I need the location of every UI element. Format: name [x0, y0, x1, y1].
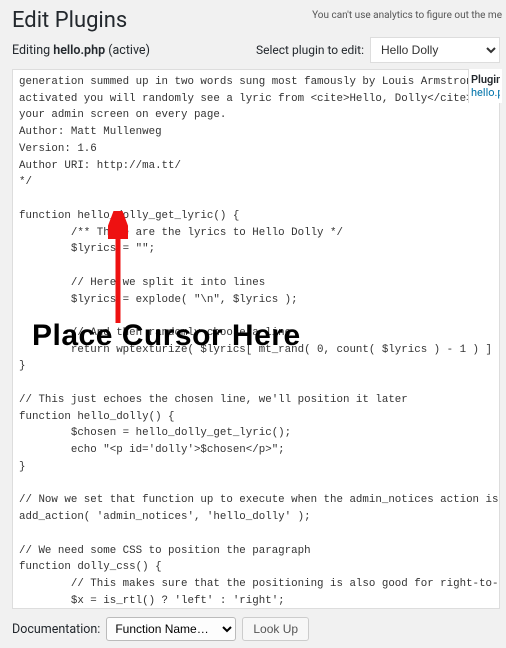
documentation-label: Documentation: [12, 622, 100, 637]
documentation-select[interactable]: Function Name… [106, 617, 236, 641]
subheader: Editing hello.php (active) Select plugin… [0, 37, 506, 69]
editing-prefix: Editing [12, 43, 53, 58]
code-editor[interactable] [12, 69, 500, 609]
editing-label: Editing hello.php (active) [12, 43, 150, 58]
plugin-file-link[interactable]: hello.ph [471, 86, 500, 99]
plugin-files-heading: Plugin F [471, 73, 500, 86]
editing-status: (active) [105, 43, 150, 58]
documentation-row: Documentation: Function Name… Look Up [0, 613, 506, 641]
plugin-files-panel: Plugin F hello.ph [468, 69, 502, 103]
select-plugin-label: Select plugin to edit: [256, 43, 364, 57]
lookup-button[interactable]: Look Up [242, 617, 309, 641]
top-notice: You can't use analytics to figure out th… [308, 8, 506, 23]
plugin-select[interactable]: Hello Dolly [370, 37, 500, 63]
editor-wrap: Plugin F hello.ph Place Cursor Here [12, 69, 500, 613]
editing-file: hello.php [53, 43, 105, 58]
